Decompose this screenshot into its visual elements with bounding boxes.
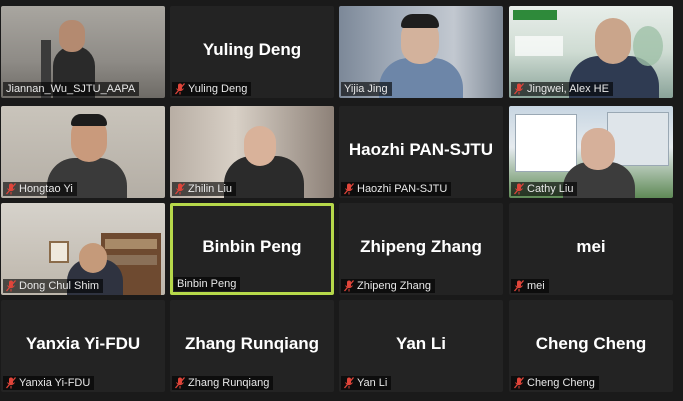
participant-display-name: Binbin Peng — [202, 237, 302, 256]
participant-display-name: Zhipeng Zhang — [360, 237, 482, 256]
muted-mic-icon — [344, 183, 354, 195]
participant-name-label: Cathy Liu — [511, 182, 578, 196]
muted-mic-icon — [344, 377, 354, 389]
participant-name: Yuling Deng — [188, 83, 248, 95]
participant-tile-yan-li[interactable]: Yan Li Yan Li — [339, 300, 503, 392]
participant-name: Haozhi PAN-SJTU — [357, 183, 448, 195]
participant-display-name: Yanxia Yi-FDU — [25, 334, 141, 353]
muted-mic-icon — [175, 183, 185, 195]
participant-name: Dong Chul Shim — [19, 280, 100, 292]
participant-display-name: Cheng Cheng — [535, 334, 647, 353]
participant-name: Yan Li — [357, 377, 388, 389]
muted-mic-icon — [6, 377, 16, 389]
participant-name-label: Yanxia Yi-FDU — [3, 376, 95, 390]
participant-tile-haozhi-pan[interactable]: Haozhi PAN-SJTU Haozhi PAN-SJTU — [339, 106, 503, 198]
muted-mic-icon — [514, 83, 524, 95]
participant-display-name: Haozhi PAN-SJTU — [348, 140, 494, 159]
participant-name: Zhipeng Zhang — [357, 280, 431, 292]
participant-tile-cathy-liu[interactable]: Cathy Liu — [509, 106, 673, 198]
participant-tile-zhang-runqiang[interactable]: Zhang Runqiang Zhang Runqiang — [170, 300, 334, 392]
participant-name: Zhang Runqiang — [188, 377, 270, 389]
participant-name: Yanxia Yi-FDU — [19, 377, 91, 389]
muted-mic-icon — [6, 280, 16, 292]
participant-name-label: Yuling Deng — [172, 82, 252, 96]
participant-name: Hongtao Yi — [19, 183, 73, 195]
participant-name: Cathy Liu — [527, 183, 574, 195]
muted-mic-icon — [175, 377, 185, 389]
muted-mic-icon — [514, 280, 524, 292]
participant-tile-hongtao-yi[interactable]: Hongtao Yi — [1, 106, 165, 198]
participant-name-label: Yan Li — [341, 376, 392, 390]
participant-display-name: mei — [576, 237, 606, 256]
participant-display-name: Yan Li — [395, 334, 447, 353]
muted-mic-icon — [344, 280, 354, 292]
participant-name: Yijia Jing — [344, 83, 388, 95]
participant-name-label: mei — [511, 279, 549, 293]
muted-mic-icon — [514, 377, 524, 389]
participant-name: Jingwei, Alex HE — [527, 83, 609, 95]
participant-name-label: Yijia Jing — [341, 82, 392, 96]
participant-tile-cheng-cheng[interactable]: Cheng Cheng Cheng Cheng — [509, 300, 673, 392]
participant-name-label: Dong Chul Shim — [3, 279, 104, 293]
participant-name-label: Zhipeng Zhang — [341, 279, 435, 293]
participant-name: Cheng Cheng — [527, 377, 595, 389]
participant-tile-yanxia-yi[interactable]: Yanxia Yi-FDU Yanxia Yi-FDU — [1, 300, 165, 392]
participant-display-name: Zhang Runqiang — [184, 334, 320, 353]
participant-name-label: Zhilin Liu — [172, 182, 237, 196]
participant-tile-zhipeng-zhang[interactable]: Zhipeng Zhang Zhipeng Zhang — [339, 203, 503, 295]
participant-name-label: Zhang Runqiang — [172, 376, 274, 390]
participant-name-label: Jingwei, Alex HE — [511, 82, 613, 96]
participant-name-label: Cheng Cheng — [511, 376, 599, 390]
muted-mic-icon — [175, 83, 185, 95]
participant-tile-dong-chul-shim[interactable]: Dong Chul Shim — [1, 203, 165, 295]
participant-tile-binbin-peng[interactable]: Binbin Peng Binbin Peng — [170, 203, 334, 295]
participant-tile-jingwei-alex-he[interactable]: Jingwei, Alex HE — [509, 6, 673, 98]
participant-tile-yijia-jing[interactable]: Yijia Jing — [339, 6, 503, 98]
muted-mic-icon — [6, 183, 16, 195]
participant-name-label: Haozhi PAN-SJTU — [341, 182, 452, 196]
participant-name-label: Binbin Peng — [174, 277, 241, 291]
participant-name-label: Hongtao Yi — [3, 182, 77, 196]
participant-name-label: Jiannan_Wu_SJTU_AAPA — [3, 82, 140, 96]
participant-name: Jiannan_Wu_SJTU_AAPA — [6, 83, 136, 95]
participant-tile-zhilin-liu[interactable]: Zhilin Liu — [170, 106, 334, 198]
participant-name: mei — [527, 280, 545, 292]
participant-tile-jiannan-wu[interactable]: Jiannan_Wu_SJTU_AAPA — [1, 6, 165, 98]
muted-mic-icon — [514, 183, 524, 195]
gallery-view: Jiannan_Wu_SJTU_AAPA Yuling Deng Yuling … — [0, 6, 683, 398]
participant-name: Zhilin Liu — [188, 183, 233, 195]
participant-tile-yuling-deng[interactable]: Yuling Deng Yuling Deng — [170, 6, 334, 98]
participant-display-name: Yuling Deng — [202, 40, 302, 59]
participant-name: Binbin Peng — [177, 278, 237, 290]
participant-tile-mei[interactable]: mei mei — [509, 203, 673, 295]
